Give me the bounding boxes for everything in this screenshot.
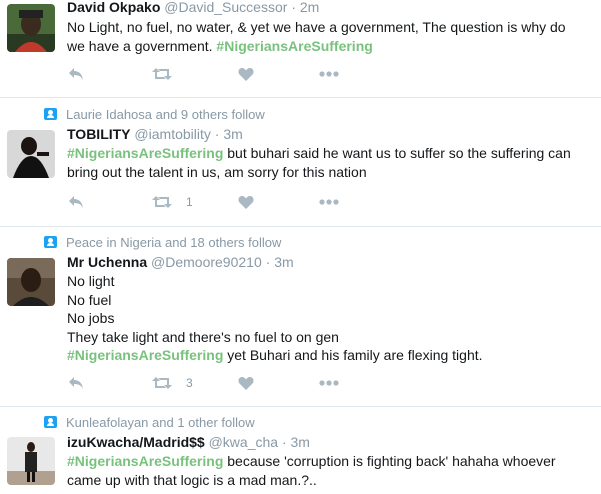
tweet-text: #NigeriansAreSuffering but buhari said h… xyxy=(67,144,597,181)
avatar[interactable] xyxy=(7,4,55,52)
follow-context[interactable]: Kunleafolayan and 1 other follow xyxy=(44,414,255,430)
hashtag-link[interactable]: #NigeriansAreSuffering xyxy=(216,38,372,54)
more-button[interactable] xyxy=(319,375,339,391)
follow-context-text: Peace in Nigeria and 18 others follow xyxy=(66,234,282,250)
like-button[interactable] xyxy=(238,66,254,82)
heart-icon xyxy=(238,67,254,81)
timestamp[interactable]: 3m xyxy=(291,434,310,450)
tweet-header: David Okpako @David_Successor · 2m xyxy=(67,0,319,17)
timestamp[interactable]: 2m xyxy=(300,0,319,15)
author-handle[interactable]: @David_Successor xyxy=(164,0,287,15)
tweet-text-tail: yet Buhari and his family are flexing ti… xyxy=(223,347,483,363)
separator-dot: · xyxy=(265,254,271,270)
more-icon xyxy=(319,199,339,205)
retweet-button[interactable]: 1 xyxy=(152,194,193,210)
author-handle[interactable]: @kwa_cha xyxy=(209,434,278,450)
author-name[interactable]: TOBILITY xyxy=(67,126,131,142)
timestamp[interactable]: 3m xyxy=(274,254,293,270)
heart-icon xyxy=(238,195,254,209)
retweet-icon xyxy=(152,67,172,81)
person-icon xyxy=(44,416,57,428)
author-name[interactable]: David Okpako xyxy=(67,0,160,15)
more-icon xyxy=(319,380,339,386)
author-name[interactable]: Mr Uchenna xyxy=(67,254,147,270)
tweet[interactable]: Laurie Idahosa and 9 others follow TOBIL… xyxy=(0,98,601,227)
hashtag-link[interactable]: #NigeriansAreSuffering xyxy=(67,453,223,469)
timestamp[interactable]: 3m xyxy=(223,126,242,142)
separator-dot: · xyxy=(281,434,287,450)
reply-button[interactable] xyxy=(68,66,84,82)
retweet-icon xyxy=(152,376,172,390)
like-button[interactable] xyxy=(238,194,254,210)
heart-icon xyxy=(238,376,254,390)
hashtag-link[interactable]: #NigeriansAreSuffering xyxy=(67,145,223,161)
avatar[interactable] xyxy=(7,130,55,178)
follow-context[interactable]: Laurie Idahosa and 9 others follow xyxy=(44,106,265,122)
author-handle[interactable]: @Demoore90210 xyxy=(151,254,262,270)
tweet[interactable]: Kunleafolayan and 1 other follow izuKwac… xyxy=(0,407,601,494)
tweet-text: No light No fuel No jobs They take light… xyxy=(67,272,597,365)
reply-icon xyxy=(68,376,84,390)
tweet-header: izuKwacha/Madrid$$ @kwa_cha · 3m xyxy=(67,433,310,452)
more-button[interactable] xyxy=(319,66,339,82)
reply-icon xyxy=(68,195,84,209)
hashtag-link[interactable]: #NigeriansAreSuffering xyxy=(67,347,223,363)
tweet-text: No Light, no fuel, no water, & yet we ha… xyxy=(67,18,597,55)
tweet[interactable]: Peace in Nigeria and 18 others follow Mr… xyxy=(0,227,601,407)
tweet-header: Mr Uchenna @Demoore90210 · 3m xyxy=(67,253,294,272)
reply-button[interactable] xyxy=(68,375,84,391)
person-icon xyxy=(44,236,57,248)
follow-context-text: Kunleafolayan and 1 other follow xyxy=(66,414,255,430)
retweet-count: 1 xyxy=(186,195,193,209)
avatar[interactable] xyxy=(7,437,55,485)
retweet-count: 3 xyxy=(186,376,193,390)
separator-dot: · xyxy=(291,0,296,15)
retweet-icon xyxy=(152,195,172,209)
author-handle[interactable]: @iamtobility xyxy=(134,126,210,142)
like-button[interactable] xyxy=(238,375,254,391)
reply-button[interactable] xyxy=(68,194,84,210)
follow-context-text: Laurie Idahosa and 9 others follow xyxy=(66,106,265,122)
author-name[interactable]: izuKwacha/Madrid$$ xyxy=(67,434,205,450)
person-icon xyxy=(44,108,57,120)
tweet-text: #NigeriansAreSuffering because 'corrupti… xyxy=(67,452,597,489)
reply-icon xyxy=(68,67,84,81)
retweet-button[interactable] xyxy=(152,66,186,82)
tweet-header: TOBILITY @iamtobility · 3m xyxy=(67,125,243,144)
tweet-text-body: No light No fuel No jobs They take light… xyxy=(67,273,339,345)
tweet[interactable]: David Okpako @David_Successor · 2m No Li… xyxy=(0,0,601,98)
follow-context[interactable]: Peace in Nigeria and 18 others follow xyxy=(44,234,281,250)
avatar[interactable] xyxy=(7,258,55,306)
more-icon xyxy=(319,71,339,77)
retweet-button[interactable]: 3 xyxy=(152,375,193,391)
more-button[interactable] xyxy=(319,194,339,210)
separator-dot: · xyxy=(214,126,220,142)
